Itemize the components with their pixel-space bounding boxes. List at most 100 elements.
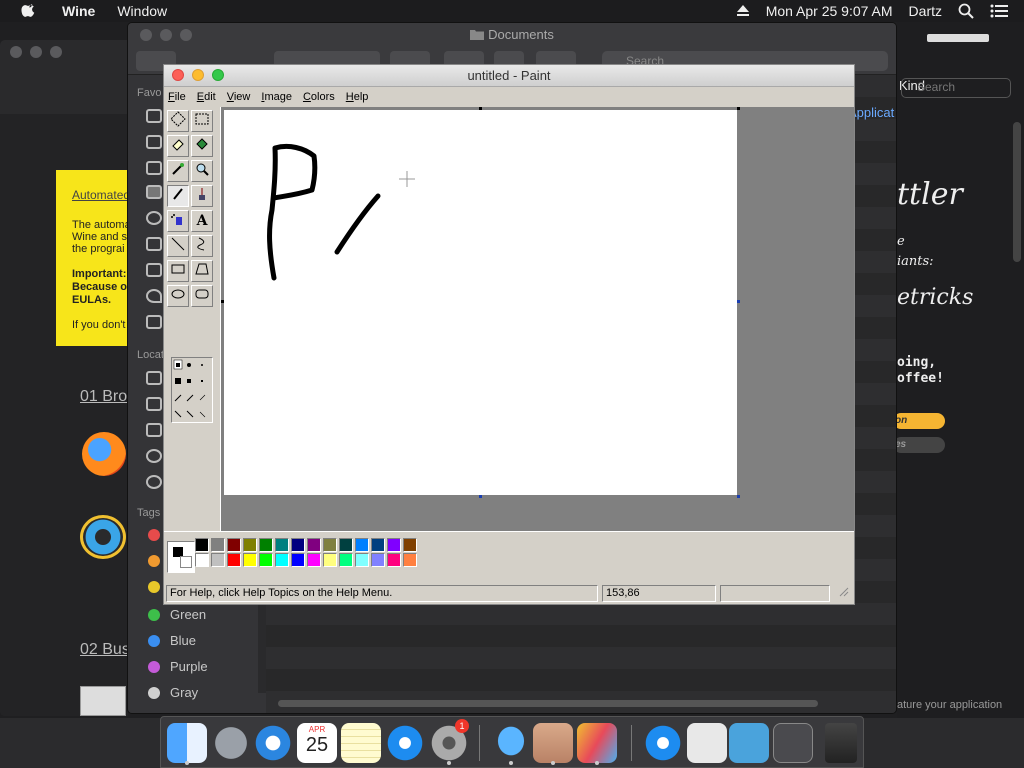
- sidebar-item-icon[interactable]: [146, 135, 162, 149]
- airbrush-icon[interactable]: [167, 210, 189, 232]
- apple-menu-icon[interactable]: [18, 2, 40, 20]
- color-swatch[interactable]: [275, 538, 289, 552]
- menu-file[interactable]: File: [168, 91, 186, 103]
- user-name[interactable]: Dartz: [909, 3, 942, 19]
- paint-window[interactable]: untitled - Paint File Edit View Image Co…: [163, 64, 855, 605]
- calendar-icon[interactable]: APR 25: [297, 723, 337, 763]
- canvas-resize-handle[interactable]: [221, 300, 224, 303]
- wine-bottle-icon[interactable]: [533, 723, 573, 763]
- app-store-icon[interactable]: [385, 723, 425, 763]
- tool-options-box[interactable]: [171, 357, 213, 423]
- promo-tab[interactable]: [927, 34, 989, 42]
- sidebar-item-music-icon[interactable]: [146, 289, 162, 303]
- menu-colors[interactable]: Colors: [303, 91, 335, 103]
- safari-icon[interactable]: [253, 723, 293, 763]
- downloads-stack-icon[interactable]: [773, 723, 813, 763]
- color-swatch[interactable]: [403, 553, 417, 567]
- close-window-button[interactable]: [10, 46, 22, 58]
- paint-app-icon[interactable]: [577, 723, 617, 763]
- color-swatch[interactable]: [243, 538, 257, 552]
- firefox-icon[interactable]: [82, 432, 126, 476]
- pencil-icon[interactable]: [167, 185, 189, 207]
- sidebar-item-disk-icon[interactable]: [146, 397, 162, 411]
- color-swatch[interactable]: [355, 538, 369, 552]
- sidebar-item-disc-icon[interactable]: [146, 449, 162, 463]
- color-swatch[interactable]: [371, 538, 385, 552]
- horizontal-scrollbar[interactable]: [278, 700, 818, 707]
- launchpad-icon[interactable]: [211, 723, 251, 763]
- eraser-icon[interactable]: [167, 135, 189, 157]
- messages-icon[interactable]: [491, 723, 531, 763]
- color-picker-icon[interactable]: [167, 160, 189, 182]
- canvas-resize-handle[interactable]: [737, 300, 740, 303]
- menu-edit[interactable]: Edit: [197, 91, 216, 103]
- color-swatch[interactable]: [291, 553, 305, 567]
- ellipse-tool-icon[interactable]: [167, 285, 189, 307]
- minimize-window-button[interactable]: [30, 46, 42, 58]
- menu-help[interactable]: Help: [346, 91, 369, 103]
- promo-scrollbar[interactable]: [1013, 122, 1021, 262]
- sidebar-tag-blue[interactable]: Blue: [148, 633, 196, 648]
- color-swatch[interactable]: [275, 553, 289, 567]
- color-swatch[interactable]: [355, 553, 369, 567]
- promo-button-primary[interactable]: on: [893, 413, 945, 429]
- color-swatch[interactable]: [307, 538, 321, 552]
- sidebar-item-computer-icon[interactable]: [146, 371, 162, 385]
- notes-icon[interactable]: [341, 723, 381, 763]
- color-swatch[interactable]: [227, 553, 241, 567]
- rounded-rect-tool-icon[interactable]: [191, 285, 213, 307]
- promo-button-secondary[interactable]: es: [893, 437, 945, 453]
- finder-titlebar[interactable]: Documents: [128, 23, 896, 47]
- canvas-resize-handle[interactable]: [737, 495, 740, 498]
- color-swatch[interactable]: [227, 538, 241, 552]
- menu-view[interactable]: View: [227, 91, 251, 103]
- color-swatch[interactable]: [211, 553, 225, 567]
- rect-select-icon[interactable]: [191, 110, 213, 132]
- paint-titlebar[interactable]: untitled - Paint: [164, 65, 854, 87]
- app-menu-wine[interactable]: Wine: [62, 3, 95, 19]
- trash-icon[interactable]: [825, 723, 857, 763]
- spotlight-search-icon[interactable]: [958, 3, 974, 19]
- magnifier-icon[interactable]: [191, 160, 213, 182]
- sidebar-item-home-icon[interactable]: [146, 237, 162, 251]
- sidebar-item-pictures-icon[interactable]: [146, 263, 162, 277]
- eject-icon[interactable]: [736, 5, 750, 17]
- resize-grip-icon[interactable]: [834, 585, 852, 602]
- color-swatch[interactable]: [291, 538, 305, 552]
- fill-bucket-icon[interactable]: [191, 135, 213, 157]
- color-swatch[interactable]: [323, 553, 337, 567]
- color-swatch[interactable]: [243, 553, 257, 567]
- document-file-icon[interactable]: [687, 723, 727, 763]
- color-swatch[interactable]: [211, 538, 225, 552]
- menu-image[interactable]: Image: [261, 91, 292, 103]
- color-swatch[interactable]: [371, 553, 385, 567]
- zoom-window-button[interactable]: [50, 46, 62, 58]
- finder-icon[interactable]: [167, 723, 207, 763]
- sidebar-tag-gray[interactable]: Gray: [148, 685, 198, 700]
- color-swatch[interactable]: [195, 538, 209, 552]
- sidebar-item-movies-icon[interactable]: [146, 315, 162, 329]
- background-document-window[interactable]: [0, 40, 128, 716]
- app-store-download-icon[interactable]: [643, 723, 683, 763]
- applications-folder-icon[interactable]: [729, 723, 769, 763]
- drawing-canvas[interactable]: [221, 107, 740, 498]
- sidebar-item-disk-icon[interactable]: [146, 423, 162, 437]
- window-menu[interactable]: Window: [117, 3, 167, 19]
- color-swatch[interactable]: [403, 538, 417, 552]
- sidebar-tag-green[interactable]: Green: [148, 607, 206, 622]
- color-swatch[interactable]: [195, 553, 209, 567]
- sidebar-item-documents-icon[interactable]: [146, 185, 162, 199]
- sidebar-item-icon[interactable]: [146, 161, 162, 175]
- color-swatch[interactable]: [387, 553, 401, 567]
- sidebar-tag-purple[interactable]: Purple: [148, 659, 208, 674]
- current-colors-indicator[interactable]: [167, 541, 195, 573]
- canvas-resize-handle[interactable]: [737, 107, 740, 110]
- clock-datetime[interactable]: Mon Apr 25 9:07 AM: [766, 3, 893, 19]
- color-swatch[interactable]: [323, 538, 337, 552]
- text-tool-icon[interactable]: A: [191, 210, 213, 232]
- color-swatch[interactable]: [307, 553, 321, 567]
- color-swatch[interactable]: [259, 538, 273, 552]
- canvas-resize-handle[interactable]: [479, 495, 482, 498]
- color-swatch[interactable]: [387, 538, 401, 552]
- sidebar-item-downloads-icon[interactable]: [146, 211, 162, 225]
